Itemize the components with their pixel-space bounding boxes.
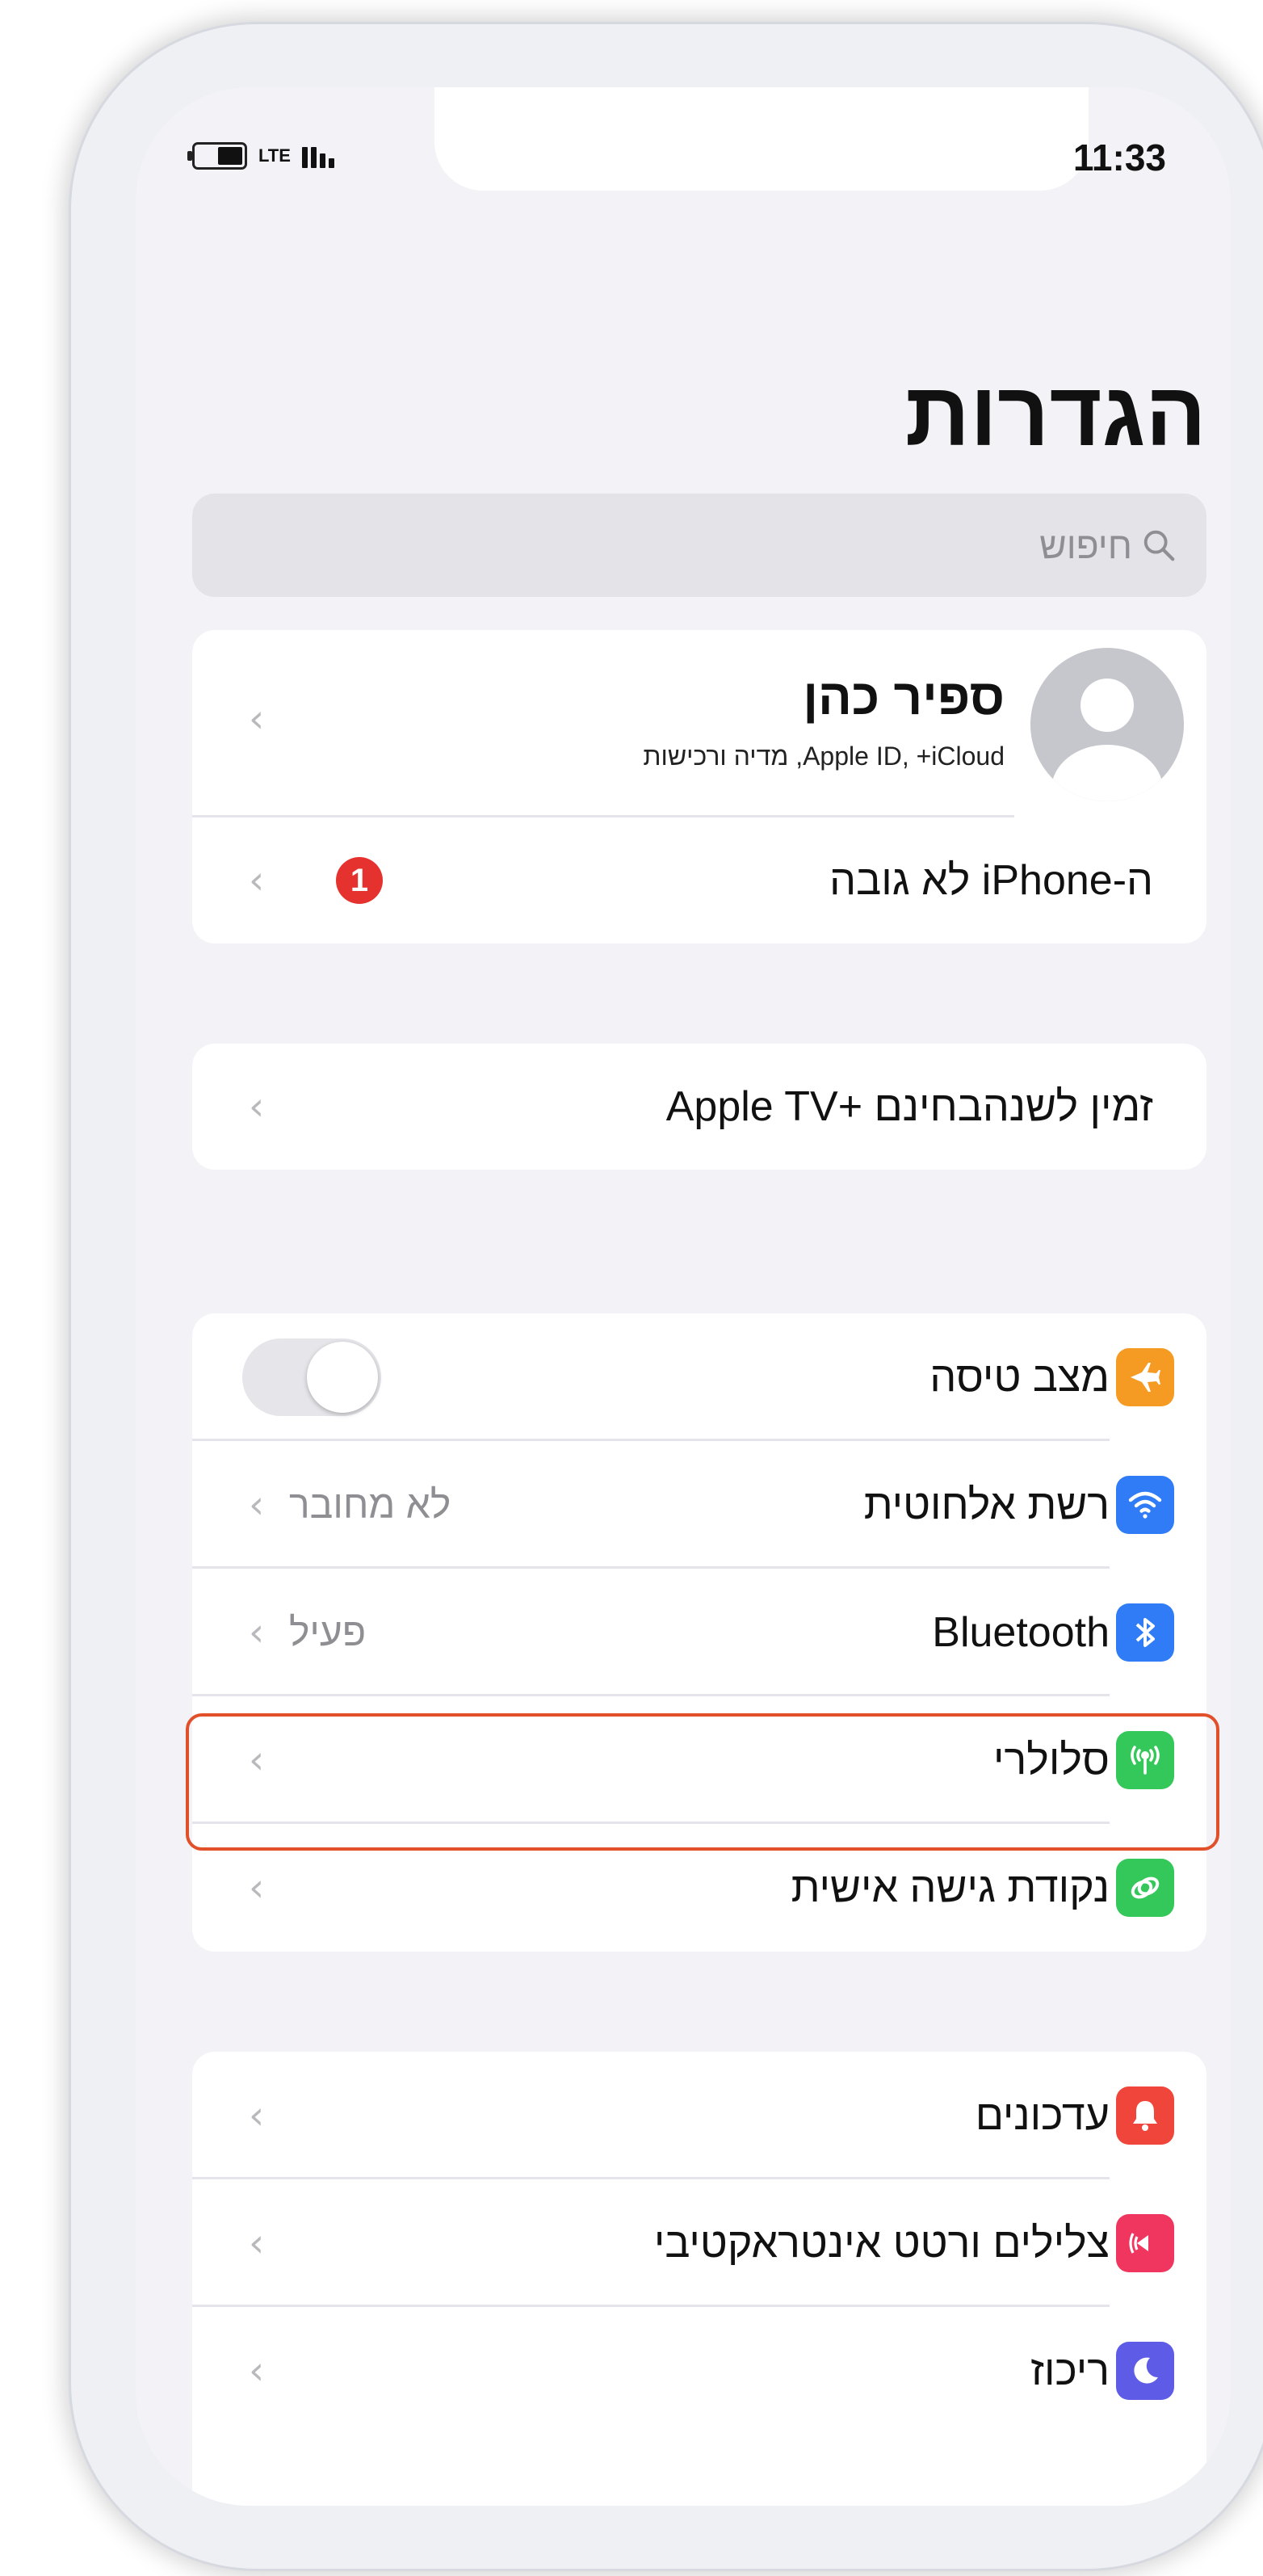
hotspot-label: נקודת גישה אישית — [791, 1864, 1110, 1911]
bell-icon — [1116, 2086, 1174, 2145]
backup-label: ה-iPhone לא גובה — [829, 857, 1153, 904]
avatar — [1030, 648, 1184, 801]
notifications-group: עדכונים ‹ צלילים ורטט אינטראקטיבי ‹ ריכו… — [192, 2052, 1206, 2506]
page-title: הגדרות — [904, 363, 1206, 464]
apple-tv-promo-label: זמין לשנהבחינם +Apple TV — [665, 1083, 1153, 1130]
focus-row[interactable]: ריכוז ‹ — [192, 2307, 1206, 2435]
chevron-left-icon: ‹ — [249, 1738, 265, 1783]
chevron-left-icon: ‹ — [249, 2093, 265, 2138]
profile-row[interactable]: ספיר כהן Apple ID, ‎+iCloud, מדיה ורכישו… — [192, 630, 1206, 817]
airplane-mode-row: מצב טיסה — [192, 1313, 1206, 1441]
chevron-left-icon: ‹ — [249, 696, 265, 742]
promo-group: זמין לשנהבחינם +Apple TV ‹ — [192, 1044, 1206, 1170]
bluetooth-label: Bluetooth — [932, 1609, 1110, 1656]
sound-icon — [1116, 2214, 1174, 2272]
focus-label: ריכוז — [1030, 2347, 1110, 2394]
status-time: 11:33 — [1072, 137, 1166, 179]
apple-tv-promo-row[interactable]: זמין לשנהבחינם +Apple TV ‹ — [192, 1044, 1206, 1170]
wifi-label: רשת אלחוטית — [863, 1481, 1110, 1528]
airplane-mode-toggle[interactable] — [242, 1338, 381, 1416]
notch — [434, 87, 1089, 191]
wifi-icon — [1116, 1476, 1174, 1534]
airplane-icon — [1116, 1348, 1174, 1406]
chevron-left-icon: ‹ — [249, 2221, 265, 2266]
chevron-left-icon: ‹ — [249, 858, 265, 903]
profile-name: ספיר כהן — [803, 670, 1005, 725]
hotspot-icon — [1116, 1859, 1174, 1917]
sounds-haptics-label: צלילים ורטט אינטראקטיבי — [653, 2220, 1110, 2267]
connectivity-group: מצב טיסה רשת אלחוטית לא מחובר ‹ Bluetoot… — [192, 1313, 1206, 1952]
sounds-haptics-row[interactable]: צלילים ורטט אינטראקטיבי ‹ — [192, 2179, 1206, 2307]
wifi-row[interactable]: רשת אלחוטית לא מחובר ‹ — [192, 1441, 1206, 1569]
chevron-left-icon: ‹ — [249, 1084, 265, 1129]
cellular-label: סלולרי — [993, 1737, 1110, 1784]
backup-row[interactable]: ה-iPhone לא גובה 1 ‹ — [192, 817, 1206, 943]
hotspot-row[interactable]: נקודת גישה אישית ‹ — [192, 1824, 1206, 1952]
airplane-mode-label: מצב טיסה — [929, 1354, 1110, 1401]
bluetooth-icon — [1116, 1603, 1174, 1662]
network-type: LTE — [258, 145, 291, 166]
status-left: LTE — [187, 142, 334, 170]
profile-subtitle: Apple ID, ‎+iCloud, מדיה ורכישות — [643, 742, 1005, 771]
cellular-row[interactable]: סלולרי ‹ — [192, 1696, 1206, 1824]
profile-group: ספיר כהן Apple ID, ‎+iCloud, מדיה ורכישו… — [192, 630, 1206, 943]
battery-icon — [187, 142, 247, 170]
wifi-status: לא מחובר — [289, 1483, 451, 1527]
alert-badge: 1 — [336, 857, 383, 904]
bluetooth-status: פעיל — [289, 1611, 367, 1654]
search-placeholder: חיפוש — [1039, 524, 1132, 566]
moon-icon — [1116, 2342, 1174, 2400]
settings-screen: LTE 11:33 הגדרות חיפוש ספיר כהן Apple ID… — [136, 87, 1231, 2506]
bluetooth-row[interactable]: Bluetooth פעיל ‹ — [192, 1569, 1206, 1696]
cellular-icon — [1116, 1731, 1174, 1789]
notifications-label: עדכונים — [975, 2092, 1110, 2139]
chevron-left-icon: ‹ — [249, 1610, 265, 1655]
signal-icon — [301, 144, 334, 168]
chevron-left-icon: ‹ — [249, 1865, 265, 1910]
search-input[interactable]: חיפוש — [192, 494, 1206, 597]
chevron-left-icon: ‹ — [249, 2348, 265, 2393]
chevron-left-icon: ‹ — [249, 1482, 265, 1528]
search-icon — [1143, 530, 1175, 561]
notifications-row[interactable]: עדכונים ‹ — [192, 2052, 1206, 2179]
